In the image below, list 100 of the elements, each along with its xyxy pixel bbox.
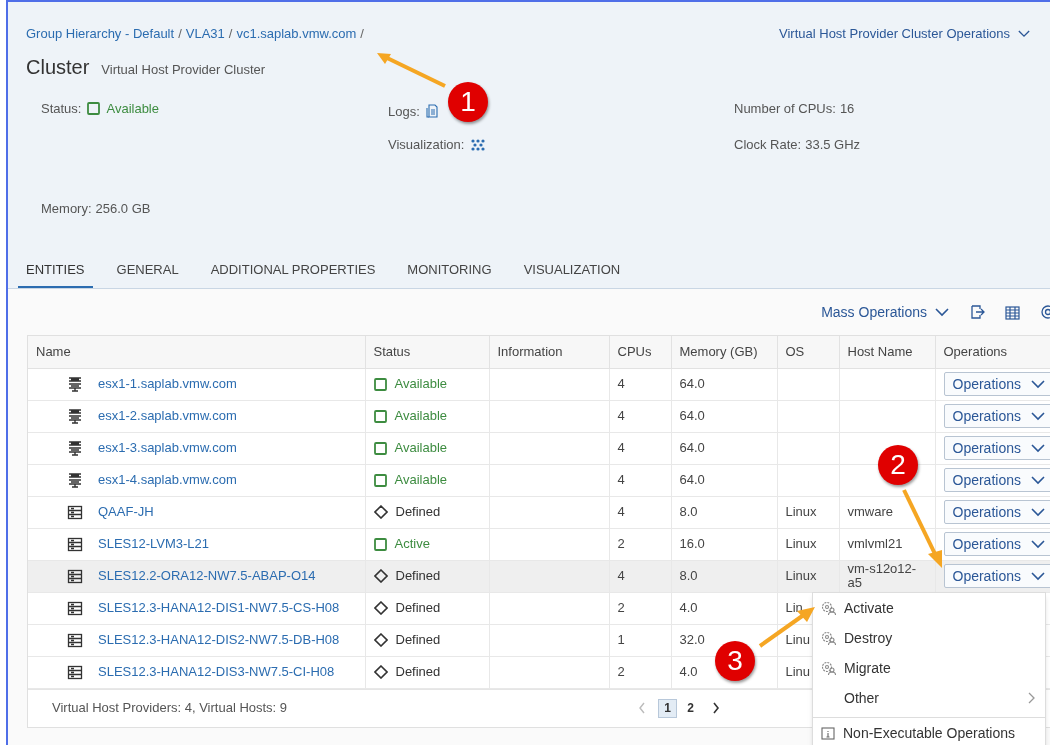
next-page-icon[interactable] [712,702,720,714]
chevron-down-icon [1031,411,1045,421]
server-icon [67,376,83,392]
breadcrumb-separator: / [360,25,364,43]
status-text: Active [394,535,430,554]
field-label: Status: [41,99,82,118]
field-value: 16 [839,99,855,118]
entity-link[interactable]: SLES12.3-HANA12-DIS2-NW7.5-DB-H08 [98,630,340,650]
breadcrumb-link[interactable]: VLA31 [185,24,225,44]
operations-dropdown[interactable]: Operations [943,532,1050,556]
field-label: Visualization: [388,136,465,154]
breadcrumb-link[interactable]: Group Hierarchy - Default [26,24,175,44]
page-button[interactable]: 2 [681,698,700,718]
table-cell: 1 [609,624,671,656]
entity-link[interactable]: QAAF-JH [98,502,154,522]
table-cell: 64.0 [671,464,777,496]
breadcrumb-separator: / [228,25,233,43]
export-icon[interactable] [969,304,985,320]
field-label: Clock Rate: [734,136,802,154]
gear-person-icon [821,630,836,646]
server-rack-icon [67,632,83,648]
entity-link[interactable]: esx1-3.saplab.vmw.com [98,438,237,458]
table-icon[interactable] [1005,304,1020,320]
operations-dropdown[interactable]: Operations [943,468,1050,492]
gear-person-icon [821,600,836,616]
column-header: OS [777,336,839,368]
tab[interactable]: ADDITIONAL PROPERTIES [202,254,384,288]
tab[interactable]: MONITORING [399,254,500,288]
chevron-down-icon [1031,443,1045,453]
operations-dropdown[interactable]: Operations [943,372,1050,396]
mass-operations-dropdown[interactable]: Mass Operations [821,301,949,323]
operations-dropdown[interactable]: Operations [943,436,1050,460]
table-cell: 64.0 [671,368,777,400]
page-subtitle: Virtual Host Provider Cluster [101,60,266,79]
column-header: Host Name [839,336,935,368]
table-cell: 4 [609,400,671,432]
table-cell: 2 [609,656,671,688]
column-header: Memory (GB) [671,336,777,368]
entity-link[interactable]: SLES12.2-ORA12-NW7.5-ABAP-O14 [98,566,316,586]
server-rack-icon [67,664,83,680]
gear-person-icon [821,660,836,676]
status-text: Defined [395,503,441,522]
server-icon [67,472,83,488]
table-cell: 4 [609,560,671,592]
cluster-operations-dropdown[interactable]: Virtual Host Provider Cluster Operations [779,24,1030,44]
status-text: Defined [395,567,441,586]
info-icon [821,727,835,740]
status-text: Defined [395,599,441,618]
server-rack-icon [67,536,83,552]
summary-text: Virtual Host Providers: 4, Virtual Hosts: 9 [52,699,288,718]
chevron-down-icon [1031,475,1045,485]
status-square-icon [87,101,101,115]
status-text: Available [394,439,448,458]
table-cell: Linux [777,496,839,528]
table-cell: 64.0 [671,432,777,464]
table-cell: 4 [609,496,671,528]
entity-link[interactable]: esx1-2.saplab.vmw.com [98,406,237,426]
table-cell: 8.0 [671,496,777,528]
table-cell: 64.0 [671,400,777,432]
network-icon[interactable] [470,137,487,152]
field-label: Logs: [388,102,420,121]
column-header: Operations [935,336,1050,368]
page-title: Cluster [26,54,90,80]
table-cell: Linux [777,528,839,560]
chevron-down-icon [1031,507,1045,517]
status-text: Available [394,471,448,490]
tab[interactable]: VISUALIZATION [515,254,629,288]
column-header: Name [28,336,365,368]
server-rack-icon [67,504,83,520]
entity-link[interactable]: SLES12-LVM3-L21 [98,534,210,554]
chevron-down-icon [1031,539,1045,549]
table-cell: 2 [609,592,671,624]
column-header: Status [365,336,489,368]
table-cell: 4 [609,432,671,464]
tab[interactable]: ENTITIES [18,254,93,288]
operations-dropdown[interactable]: Operations [943,500,1050,524]
field-label: Memory: [41,199,92,218]
operations-dropdown[interactable]: Operations [943,564,1050,588]
status-text: Available [394,375,448,394]
entity-link[interactable]: SLES12.3-HANA12-DIS1-NW7.5-CS-H08 [98,598,340,618]
table-cell: 4 [609,368,671,400]
table-cell: 4 [609,464,671,496]
entity-link[interactable]: SLES12.3-HANA12-DIS3-NW7.5-CI-H08 [98,662,335,682]
column-header: Information [489,336,609,368]
table-cell: 2 [609,528,671,560]
entity-link[interactable]: esx1-4.saplab.vmw.com [98,470,237,490]
document-icon[interactable] [425,104,438,119]
operations-dropdown[interactable]: Operations [943,404,1050,428]
tab[interactable]: GENERAL [108,254,187,288]
chevron-down-icon [1031,571,1045,581]
breadcrumb-link[interactable]: vc1.saplab.vmw.com [236,24,357,44]
table-cell: 4.0 [671,592,777,624]
field-value: 33.5 GHz [805,136,861,154]
entity-link[interactable]: esx1-1.saplab.vmw.com [98,374,237,394]
column-header: CPUs [609,336,671,368]
field-label: Number of CPUs: [734,99,836,118]
page-button[interactable]: 1 [658,698,677,718]
status-text: Defined [395,663,441,682]
chevron-right-icon [1028,692,1035,704]
server-rack-icon [67,568,83,584]
